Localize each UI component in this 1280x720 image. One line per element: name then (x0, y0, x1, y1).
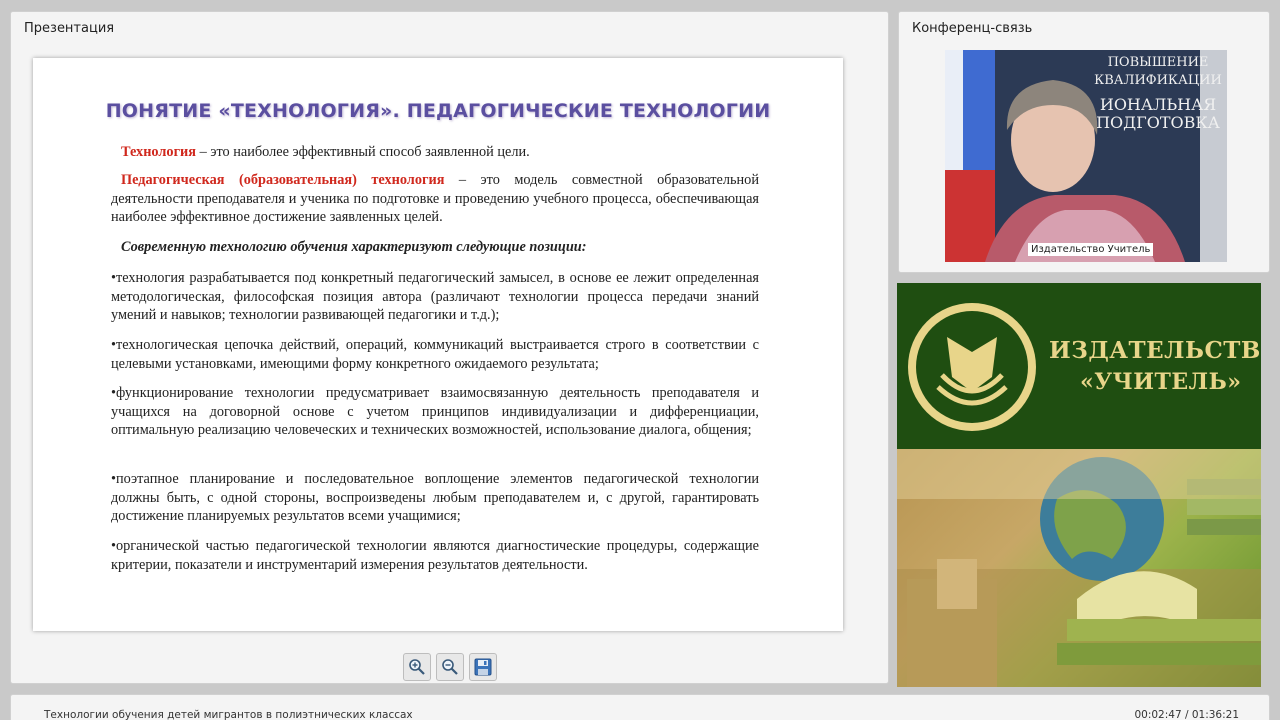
conference-panel-title: Конференц-связь (912, 21, 1033, 36)
presentation-panel: Презентация ПОНЯТИЕ «ТЕХНОЛОГИЯ». ПЕДАГО… (10, 11, 889, 684)
conference-panel: Конференц-связь ПОВЫШЕНИЕ КВАЛИФИКАЦИИ И… (898, 11, 1270, 273)
slide-bullet: •органической частью педагогической техн… (111, 538, 759, 573)
playback-bar: Технологии обучения детей мигрантов в по… (10, 694, 1270, 720)
zoom-out-button[interactable] (436, 653, 464, 681)
playback-timecode: 00:02:47 / 01:36:21 (1134, 709, 1239, 720)
slide-paragraph-pedagogical: Педагогическая (образовательная) техноло… (111, 171, 759, 227)
video-backdrop-text: ПОВЫШЕНИЕ КВАЛИФИКАЦИИ ИОНАЛЬНАЯ ПОДГОТО… (1091, 54, 1225, 132)
slide-bullet: •технологическая цепочка действий, опера… (111, 337, 759, 372)
publisher-logo-icon (908, 303, 1036, 431)
backdrop-line: ПОДГОТОВКА (1096, 113, 1220, 132)
slide-bullet: •функционирование технологии предусматри… (111, 385, 759, 438)
slide-subheading: Современную технологию обучения характер… (121, 239, 587, 255)
term-technology: Технология (121, 144, 197, 160)
definition-technology: – это наиболее эффективный способ заявле… (196, 144, 530, 160)
zoom-in-button[interactable] (403, 653, 431, 681)
books-globe-illustration (897, 449, 1261, 687)
backdrop-line: КВАЛИФИКАЦИИ (1094, 73, 1222, 88)
save-button[interactable] (469, 653, 497, 681)
brand-line-2: «УЧИТЕЛЬ» (1080, 369, 1242, 395)
lecture-title: Технологии обучения детей мигрантов в по… (44, 709, 413, 720)
presentation-slide: ПОНЯТИЕ «ТЕХНОЛОГИЯ». ПЕДАГОГИЧЕСКИЕ ТЕХ… (33, 58, 843, 631)
zoom-out-icon (442, 659, 458, 675)
publisher-banner-image (897, 449, 1261, 687)
video-caption: Издательство Учитель (1028, 243, 1154, 256)
slide-bullet: •поэтапное планирование и последовательн… (111, 471, 759, 524)
brand-line-1: ИЗДАТЕЛЬСТВО (1049, 337, 1261, 364)
zoom-in-icon (409, 659, 425, 675)
slide-paragraph-definition: Технология – это наиболее эффективный сп… (121, 143, 761, 162)
slide-bullet: •технология разрабатывается под конкретн… (111, 270, 759, 323)
video-stream[interactable]: ПОВЫШЕНИЕ КВАЛИФИКАЦИИ ИОНАЛЬНАЯ ПОДГОТО… (945, 50, 1227, 262)
term-pedagogical-technology: Педагогическая (образовательная) техноло… (121, 172, 445, 188)
backdrop-line: ИОНАЛЬНАЯ (1099, 95, 1217, 114)
publisher-banner-header: ИЗДАТЕЛЬСТВО «УЧИТЕЛЬ» (897, 283, 1261, 449)
publisher-banner: ИЗДАТЕЛЬСТВО «УЧИТЕЛЬ» (897, 283, 1261, 687)
backdrop-line: ПОВЫШЕНИЕ (1107, 55, 1209, 70)
save-icon (474, 658, 492, 676)
presentation-panel-title: Презентация (24, 21, 115, 36)
slide-title: ПОНЯТИЕ «ТЕХНОЛОГИЯ». ПЕДАГОГИЧЕСКИЕ ТЕХ… (105, 100, 771, 122)
